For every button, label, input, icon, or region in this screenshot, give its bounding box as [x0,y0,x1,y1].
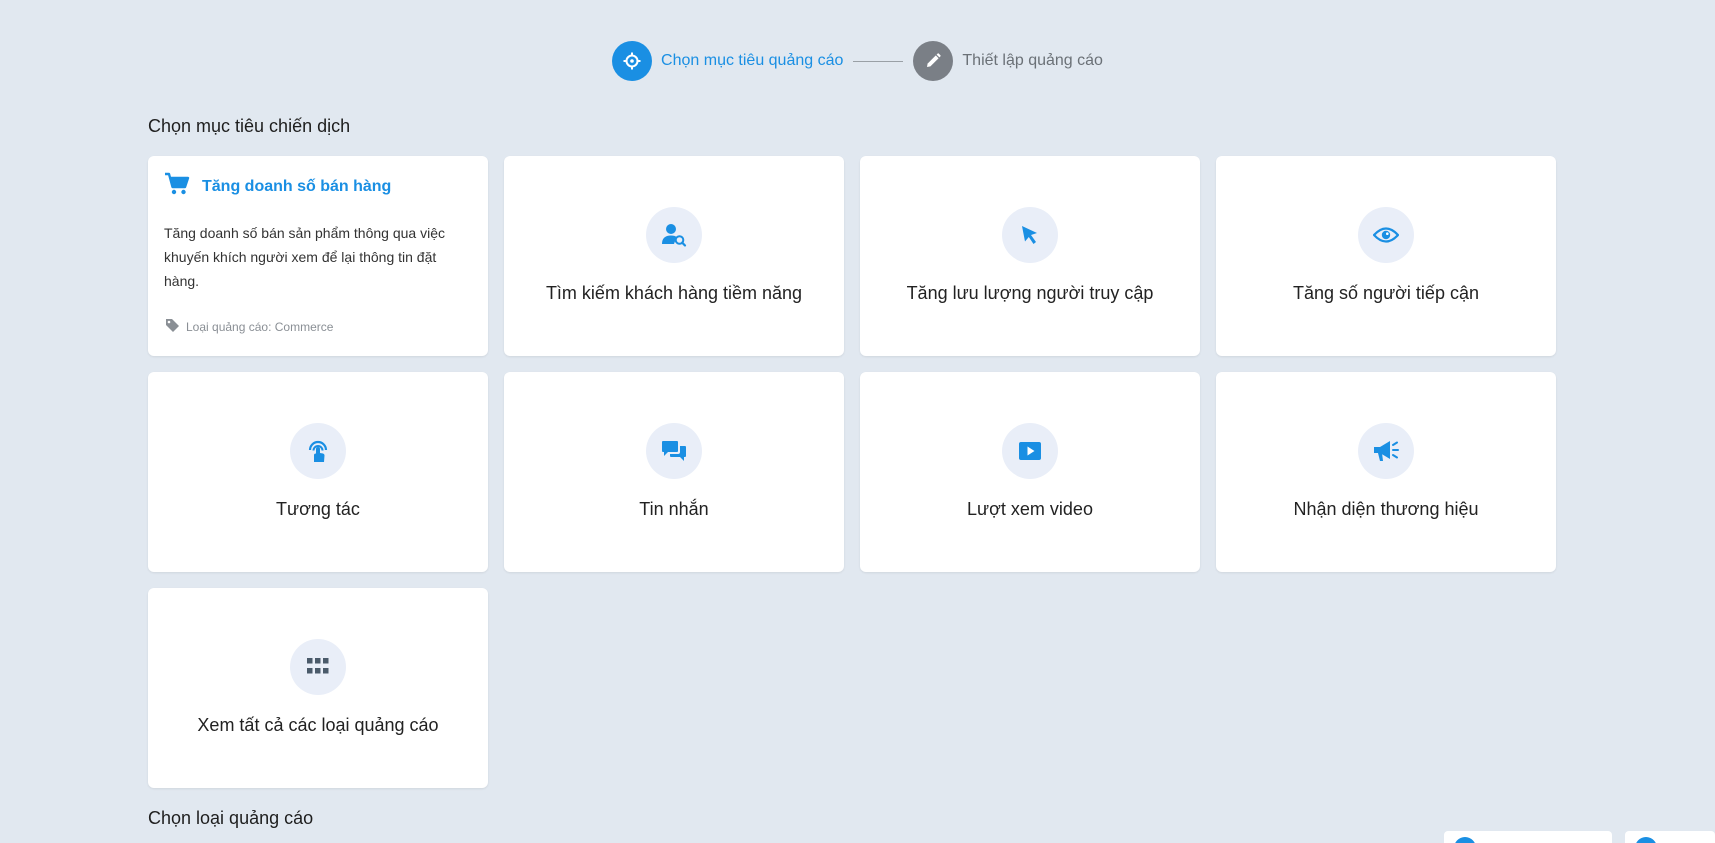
featured-description: Tăng doanh số bán sản phẩm thông qua việ… [164,225,445,289]
objective-card-messages[interactable]: Tin nhắn [504,372,844,572]
ad-type-icon [1635,837,1657,843]
objective-label: Tăng số người tiếp cận [1293,283,1479,303]
objective-card-view-all[interactable]: Xem tất cả các loại quảng cáo [148,588,488,788]
section-title-objectives: Chọn mục tiêu chiến dịch [148,116,351,136]
objective-card-brand-awareness[interactable]: Nhận diện thương hiệu [1216,372,1556,572]
objective-label: Tương tác [276,499,360,519]
objective-card-sales[interactable]: Tăng doanh số bán hàng Tăng doanh số bán… [148,156,488,356]
objective-card-video-views[interactable]: Lượt xem video [860,372,1200,572]
chat-icon [646,423,702,479]
objective-card-reach[interactable]: Tăng số người tiếp cận [1216,156,1556,356]
objective-label: Lượt xem video [967,499,1093,519]
page: Chọn mục tiêu quảng cáo Thiết lập quảng … [0,0,1715,843]
featured-title: Tăng doanh số bán hàng [202,177,392,195]
objective-card-traffic[interactable]: Tăng lưu lượng người truy cập [860,156,1200,356]
section-title-ad-types: Chọn loại quảng cáo [148,808,314,828]
step-choose-objective[interactable]: Chọn mục tiêu quảng cáo [612,41,843,81]
cursor-icon [1002,207,1058,263]
grid-icon [290,639,346,695]
step-setup-ad[interactable]: Thiết lập quảng cáo [913,41,1103,81]
objective-label: Nhận diện thương hiệu [1293,499,1479,519]
ad-type-card-partial[interactable] [1444,831,1612,843]
objective-card-leads[interactable]: Tìm kiếm khách hàng tiềm năng [504,156,844,356]
objective-label: Tăng lưu lượng người truy cập [906,283,1154,303]
ad-type-text: Loại quảng cáo: Commerce [186,319,334,334]
step-label-setup: Thiết lập quảng cáo [962,52,1103,69]
step-connector [853,60,904,62]
stepper: Chọn mục tiêu quảng cáo Thiết lập quảng … [0,41,1715,81]
step-label-objective: Chọn mục tiêu quảng cáo [661,52,844,69]
objective-label: Tin nhắn [639,499,709,519]
tag-icon [164,317,180,336]
objective-label: Xem tất cả các loại quảng cáo [197,715,439,735]
objective-label: Tìm kiếm khách hàng tiềm năng [545,283,803,303]
ad-type-label: Loại quảng cáo: Commerce [164,317,472,336]
play-video-icon [1002,423,1058,479]
ad-type-icon [1454,837,1476,843]
touch-icon [290,423,346,479]
pencil-icon [913,41,954,81]
objective-card-engagement[interactable]: Tương tác [148,372,488,572]
ad-type-card-partial[interactable] [1625,831,1715,843]
cart-icon [164,172,190,201]
user-search-icon [646,207,702,263]
target-icon [612,41,653,81]
eye-icon [1358,207,1414,263]
megaphone-icon [1358,423,1414,479]
